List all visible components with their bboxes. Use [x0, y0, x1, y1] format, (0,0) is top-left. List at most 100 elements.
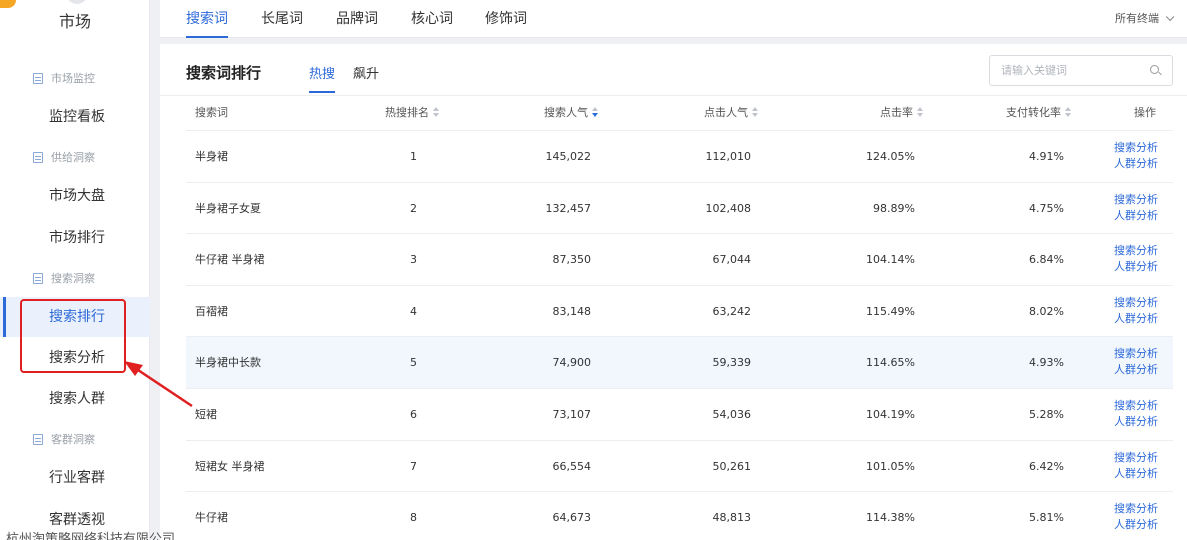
search-analysis-link[interactable]: 搜索分析 — [1114, 140, 1158, 156]
conversion-cell: 4.93% — [1029, 356, 1064, 369]
ctr-cell: 114.65% — [866, 356, 915, 369]
search-analysis-link[interactable]: 搜索分析 — [1114, 295, 1158, 311]
column-header-actions: 操作 — [1134, 106, 1156, 119]
sidebar-item-monitor-board[interactable]: 监控看板 — [0, 97, 150, 137]
column-header-ctr[interactable]: 点击率 — [880, 96, 923, 130]
table-row[interactable]: 牛仔裙 半身裙 3 87,350 67,044 104.14% 6.84% 搜索分析 人群分析 — [186, 233, 1173, 285]
crowd-analysis-link[interactable]: 人群分析 — [1114, 208, 1158, 224]
search-analysis-link[interactable]: 搜索分析 — [1114, 398, 1158, 414]
crowd-analysis-link[interactable]: 人群分析 — [1114, 466, 1158, 482]
rank-cell: 5 — [410, 356, 417, 369]
sidebar-section-label: 供给洞察 — [51, 151, 95, 164]
search-icon[interactable] — [1150, 65, 1159, 74]
sort-icon[interactable] — [433, 107, 439, 117]
row-actions: 搜索分析 人群分析 — [1114, 398, 1158, 430]
crowd-analysis-link[interactable]: 人群分析 — [1114, 259, 1158, 275]
column-label: 点击率 — [880, 106, 913, 119]
sidebar-section-label: 客群洞察 — [51, 433, 95, 446]
sidebar-item-market-ranking[interactable]: 市场排行 — [0, 218, 150, 258]
click-popularity-cell: 67,044 — [712, 253, 752, 266]
column-header-hot-rank[interactable]: 热搜排名 — [385, 96, 439, 130]
search-popularity-cell: 145,022 — [545, 150, 592, 163]
sidebar-section-market-monitor: 市场监控 — [33, 68, 95, 88]
tab-core-words[interactable]: 核心词 — [411, 0, 453, 38]
row-actions: 搜索分析 人群分析 — [1114, 450, 1158, 482]
search-popularity-cell: 74,900 — [552, 356, 592, 369]
table-row[interactable]: 短裙 6 73,107 54,036 104.19% 5.28% 搜索分析 人群分析 — [186, 388, 1173, 440]
sort-desc-icon[interactable] — [592, 107, 598, 117]
search-analysis-link[interactable]: 搜索分析 — [1114, 346, 1158, 362]
table-header: 搜索词 热搜排名 搜索人气 点击人气 点击率 支付转化率 操作 — [186, 96, 1173, 130]
sort-icon[interactable] — [917, 107, 923, 117]
keyword-cell: 牛仔裙 半身裙 — [195, 253, 265, 266]
annotation-highlight-box — [20, 299, 126, 373]
click-popularity-cell: 112,010 — [705, 150, 752, 163]
column-header-search-popularity[interactable]: 搜索人气 — [544, 96, 598, 130]
click-popularity-cell: 102,408 — [705, 202, 752, 215]
column-header-conversion[interactable]: 支付转化率 — [1006, 96, 1071, 130]
conversion-cell: 4.75% — [1029, 202, 1064, 215]
rank-cell: 4 — [410, 305, 417, 318]
document-icon — [33, 151, 43, 163]
sidebar-section-customer-insight: 客群洞察 — [33, 429, 95, 449]
keyword-search-input[interactable]: 请输入关键词 — [989, 55, 1173, 86]
rank-cell: 8 — [410, 511, 417, 524]
sidebar-section-supply-insight: 供给洞察 — [33, 147, 95, 167]
search-analysis-link[interactable]: 搜索分析 — [1114, 501, 1158, 517]
sidebar-section-label: 市场监控 — [51, 72, 95, 85]
crowd-analysis-link[interactable]: 人群分析 — [1114, 414, 1158, 430]
search-popularity-cell: 87,350 — [552, 253, 592, 266]
watermark-text: 杭州淘策略网络科技有限公司 — [6, 532, 176, 540]
table-row[interactable]: 半身裙 1 145,022 112,010 124.05% 4.91% 搜索分析 人群分析 — [186, 130, 1173, 182]
crowd-analysis-link[interactable]: 人群分析 — [1114, 311, 1158, 327]
conversion-cell: 6.84% — [1029, 253, 1064, 266]
ctr-cell: 98.89% — [873, 202, 915, 215]
conversion-cell: 5.81% — [1029, 511, 1064, 524]
search-popularity-cell: 83,148 — [552, 305, 592, 318]
sidebar-section-label: 搜索洞察 — [51, 272, 95, 285]
sort-icon[interactable] — [1065, 107, 1071, 117]
column-label: 支付转化率 — [1006, 106, 1061, 119]
tab-search-words[interactable]: 搜索词 — [186, 0, 228, 38]
crowd-analysis-link[interactable]: 人群分析 — [1114, 156, 1158, 172]
search-popularity-cell: 64,673 — [552, 511, 592, 524]
document-icon — [33, 72, 43, 84]
search-analysis-link[interactable]: 搜索分析 — [1114, 243, 1158, 259]
crowd-analysis-link[interactable]: 人群分析 — [1114, 517, 1158, 533]
click-popularity-cell: 50,261 — [712, 460, 752, 473]
ctr-cell: 104.14% — [866, 253, 915, 266]
sidebar: 市场 市场监控 监控看板 供给洞察 市场大盘 市场排行 搜索洞察 搜索排行 搜索… — [0, 0, 150, 540]
conversion-cell: 8.02% — [1029, 305, 1064, 318]
search-analysis-link[interactable]: 搜索分析 — [1114, 192, 1158, 208]
row-actions: 搜索分析 人群分析 — [1114, 346, 1158, 378]
column-header-click-popularity[interactable]: 点击人气 — [704, 96, 758, 130]
row-actions: 搜索分析 人群分析 — [1114, 295, 1158, 327]
subtab-hot-search[interactable]: 热搜 — [309, 63, 336, 93]
terminal-select-value: 所有终端 — [1115, 12, 1159, 25]
keyword-cell: 百褶裙 — [195, 305, 228, 318]
sidebar-item-industry-customers[interactable]: 行业客群 — [0, 458, 150, 498]
rank-cell: 3 — [410, 253, 417, 266]
table-row[interactable]: 半身裙子女夏 2 132,457 102,408 98.89% 4.75% 搜索分析 人群分析 — [186, 182, 1173, 234]
tab-modifier-words[interactable]: 修饰词 — [485, 0, 527, 38]
tab-brand-words[interactable]: 品牌词 — [336, 0, 378, 38]
column-label: 点击人气 — [704, 106, 748, 119]
crowd-analysis-link[interactable]: 人群分析 — [1114, 362, 1158, 378]
rank-cell: 1 — [410, 150, 417, 163]
rank-cell: 2 — [410, 202, 417, 215]
sidebar-item-search-crowd[interactable]: 搜索人群 — [0, 379, 150, 419]
table-row[interactable]: 百褶裙 4 83,148 63,242 115.49% 8.02% 搜索分析 人群分析 — [186, 285, 1173, 337]
sort-icon[interactable] — [752, 107, 758, 117]
column-label: 搜索人气 — [544, 106, 588, 119]
table-row[interactable]: 半身裙中长款 5 74,900 59,339 114.65% 4.93% 搜索分析 人群分析 — [186, 336, 1173, 388]
table-row[interactable]: 短裙女 半身裙 7 66,554 50,261 101.05% 6.42% 搜索分析 人群分析 — [186, 440, 1173, 492]
table-row[interactable]: 牛仔裙 8 64,673 48,813 114.38% 5.81% 搜索分析 人群分析 — [186, 491, 1173, 540]
tab-long-tail-words[interactable]: 长尾词 — [261, 0, 303, 38]
sidebar-item-market-overview[interactable]: 市场大盘 — [0, 176, 150, 216]
keyword-cell: 短裙女 半身裙 — [195, 460, 265, 473]
keyword-cell: 半身裙 — [195, 150, 228, 163]
search-analysis-link[interactable]: 搜索分析 — [1114, 450, 1158, 466]
terminal-select[interactable]: 所有终端 — [1115, 0, 1175, 38]
subtab-rising[interactable]: 飙升 — [353, 63, 379, 93]
search-ranking-panel: 搜索词排行 热搜 飙升 请输入关键词 搜索词 热搜排名 搜索人气 点击人气 点击… — [160, 44, 1187, 540]
